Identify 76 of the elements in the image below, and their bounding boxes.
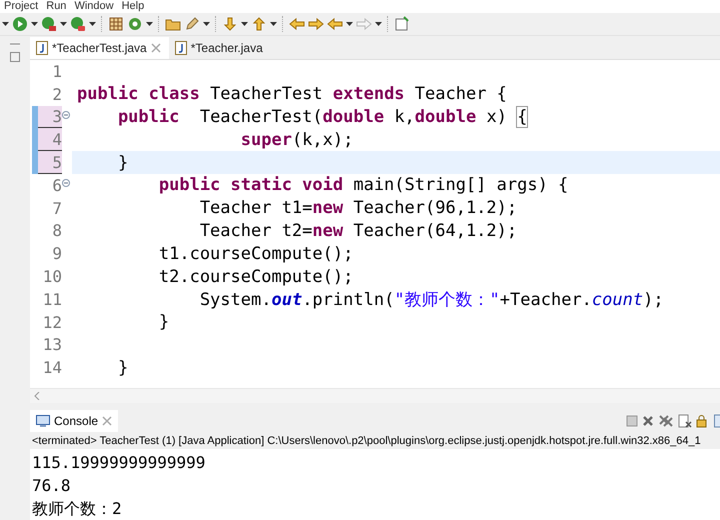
- back-arrow-icon[interactable]: [289, 16, 305, 32]
- line-number: 5: [38, 151, 62, 174]
- code-line: t1.courseCompute();: [158, 244, 354, 264]
- menu-item[interactable]: Window: [74, 1, 114, 12]
- menu-item[interactable]: Project: [4, 1, 38, 12]
- line-number: 4: [38, 128, 62, 152]
- line-number: 12: [42, 312, 62, 334]
- line-number: 11: [42, 288, 62, 311]
- code-line: }: [158, 312, 170, 332]
- line-number: 10: [42, 266, 62, 288]
- line-number: 2: [51, 84, 62, 106]
- dropdown-caret-icon[interactable]: [2, 22, 9, 26]
- forward-arrow-icon[interactable]: [308, 16, 324, 32]
- scroll-left-icon[interactable]: [34, 392, 40, 400]
- dropdown-caret-icon[interactable]: [89, 22, 96, 26]
- collapse-icon[interactable]: [62, 110, 70, 119]
- stop-icon[interactable]: [626, 415, 638, 427]
- down-arrow-icon[interactable]: [222, 16, 238, 32]
- close-icon[interactable]: [150, 43, 161, 53]
- output-line: 115.19999999999999: [32, 452, 206, 474]
- window-icon[interactable]: [394, 16, 410, 32]
- run-icon[interactable]: [12, 16, 28, 32]
- line-number: 1: [51, 60, 62, 83]
- dropdown-caret-icon[interactable]: [60, 22, 67, 26]
- console-status: <terminated> TeacherTest (1) [Java Application] C:\Users\lenovo\.p2\pool\plugins\org.eclipse.justj.openjdk.hotspot.jre.full.win32.x86_64_1: [31, 434, 702, 449]
- horizontal-scrollbar[interactable]: [30, 388, 720, 403]
- menu-item[interactable]: Help: [122, 1, 144, 12]
- java-file-icon: [174, 41, 187, 55]
- menu-item[interactable]: Run: [46, 1, 66, 12]
- code-line: super(k,x);: [240, 130, 354, 150]
- code-editor[interactable]: [30, 60, 720, 388]
- dropdown-caret-icon[interactable]: [346, 22, 353, 26]
- tab-label: Console: [54, 414, 98, 428]
- code-line: Teacher t1=new Teacher(96,1.2);: [198, 198, 518, 218]
- dropdown-caret-icon[interactable]: [241, 22, 248, 26]
- line-number: 13: [42, 334, 62, 356]
- line-number: 9: [51, 243, 62, 266]
- back-arrow-icon[interactable]: [327, 16, 343, 32]
- line-number: 7: [51, 198, 62, 220]
- code-line: t2.courseCompute();: [158, 266, 354, 287]
- maximize-icon[interactable]: [10, 52, 20, 62]
- code-line: }: [116, 358, 128, 378]
- up-arrow-icon[interactable]: [251, 16, 267, 32]
- grid-icon[interactable]: [108, 16, 124, 32]
- remove-icon[interactable]: [642, 415, 654, 427]
- java-file-icon: [36, 41, 48, 55]
- run-with-badge-icon[interactable]: [41, 16, 57, 32]
- console-tab[interactable]: Console: [30, 410, 118, 432]
- line-number: 6: [51, 174, 62, 197]
- pencil-icon[interactable]: [184, 16, 200, 32]
- code-line: public TeacherTest(double k,double x) {: [116, 106, 528, 127]
- line-number: 8: [51, 220, 62, 242]
- line-number: 3: [38, 106, 62, 128]
- code-line: System.out.println("教师个数："+Teacher.count);: [198, 288, 664, 311]
- code-line: }: [116, 152, 128, 173]
- clear-document-icon[interactable]: [678, 414, 692, 428]
- code-line: Teacher t2=new Teacher(64,1.2);: [198, 220, 518, 241]
- editor-tab[interactable]: *Teacher.java: [168, 37, 271, 59]
- remove-all-icon[interactable]: [658, 414, 674, 428]
- dropdown-caret-icon[interactable]: [31, 22, 38, 26]
- line-number: 14: [42, 357, 62, 380]
- dropdown-caret-icon[interactable]: [146, 22, 153, 26]
- code-line: public class TeacherTest extends Teacher {: [77, 84, 507, 104]
- collapse-icon[interactable]: [62, 178, 70, 187]
- monitor-icon: [36, 415, 50, 427]
- tab-label: *Teacher.java: [190, 41, 263, 55]
- editor-tab[interactable]: *TeacherTest.java: [30, 37, 169, 59]
- output-line: 教师个数：2: [32, 498, 123, 520]
- close-icon[interactable]: [102, 416, 112, 426]
- dropdown-caret-icon[interactable]: [375, 22, 382, 26]
- tab-label: *TeacherTest.java: [52, 41, 147, 55]
- document-icon[interactable]: [714, 414, 720, 428]
- dropdown-caret-icon[interactable]: [270, 22, 277, 26]
- output-line: 76.8: [32, 475, 72, 497]
- code-line: public static void main(String[] args) {: [158, 175, 568, 196]
- dropdown-caret-icon[interactable]: [203, 22, 210, 26]
